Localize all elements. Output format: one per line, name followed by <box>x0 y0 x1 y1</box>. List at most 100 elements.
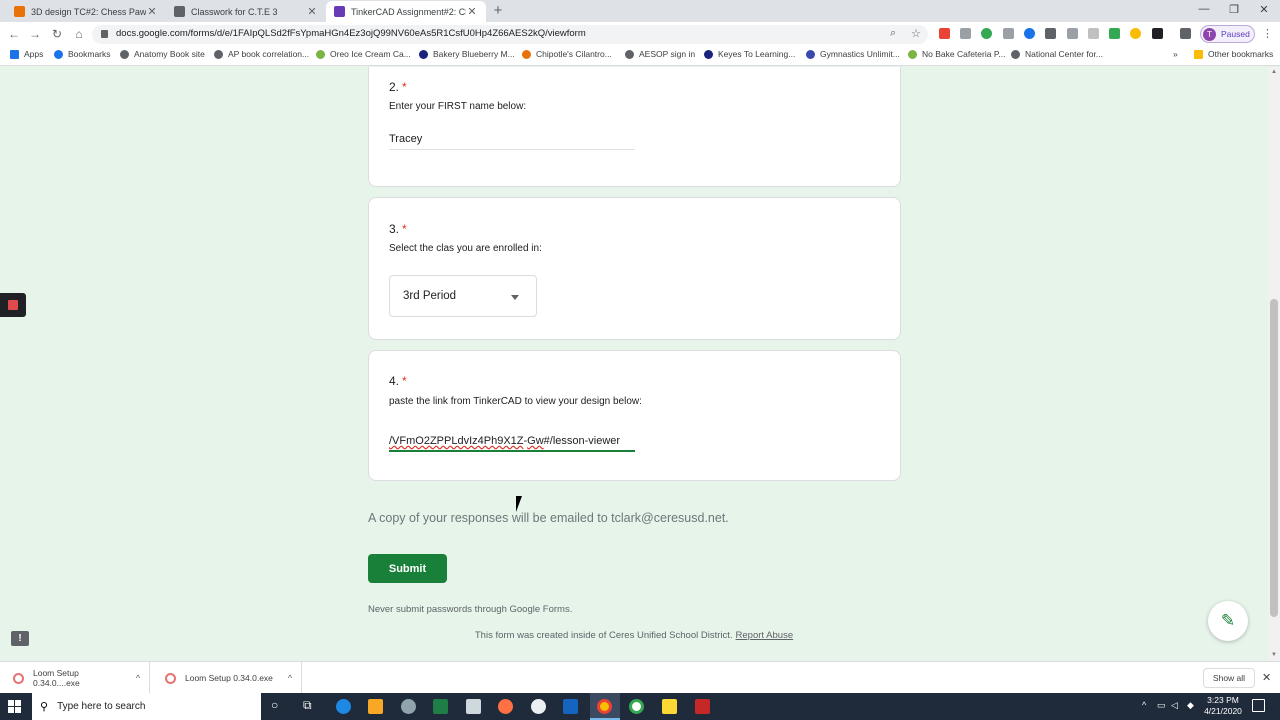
close-window-icon[interactable]: ✕ <box>1256 3 1272 16</box>
chevron-up-icon[interactable]: ^ <box>127 673 149 683</box>
task-view-icon[interactable]: ⧉ <box>303 698 312 713</box>
back-icon[interactable]: ← <box>6 26 22 42</box>
windows-start-icon[interactable] <box>8 700 21 713</box>
tinkercad-link-input[interactable]: /VFmO2ZPPLdvIz4Ph9X1Z-Gw#/lesson-viewer <box>389 432 635 452</box>
extension-icon[interactable] <box>1088 28 1099 39</box>
word-icon[interactable] <box>563 699 578 714</box>
download-item[interactable]: Loom Setup 0.34.0.exe ^ <box>152 662 302 694</box>
site-icon <box>316 49 325 59</box>
bookmark-star-icon[interactable]: ☆ <box>911 27 921 40</box>
profile-button[interactable]: T Paused <box>1200 25 1255 43</box>
volume-icon[interactable]: ◁ <box>1171 700 1178 711</box>
restore-icon[interactable]: ❐ <box>1226 3 1242 16</box>
edit-pencil-icon[interactable]: ✎ <box>1208 601 1248 641</box>
app-icon[interactable] <box>531 699 546 714</box>
report-abuse-link[interactable]: Report Abuse <box>736 630 794 641</box>
bookmark-other[interactable]: Other bookmarks <box>1194 49 1273 59</box>
bookmark-item[interactable]: National Center for... <box>1011 49 1103 59</box>
extension-icon[interactable] <box>1109 28 1120 39</box>
google-slides-icon <box>14 6 25 17</box>
apps-grid-icon <box>10 49 19 59</box>
mcafee-icon[interactable] <box>695 699 710 714</box>
close-icon[interactable]: ✕ <box>466 5 478 18</box>
required-marker: * <box>402 80 407 94</box>
excel-icon[interactable] <box>433 699 448 714</box>
extension-icon[interactable] <box>1067 28 1078 39</box>
chrome-icon[interactable] <box>597 699 612 714</box>
taskbar-clock[interactable]: 3:23 PM 4/21/2020 <box>1200 695 1246 717</box>
password-warning: Never submit passwords through Google Fo… <box>368 604 573 615</box>
firefox-icon[interactable] <box>498 699 513 714</box>
new-tab-button[interactable]: + <box>490 3 506 19</box>
extension-icon[interactable] <box>1045 28 1056 39</box>
bookmark-item[interactable]: AESOP sign in <box>625 49 695 59</box>
bookmark-apps[interactable]: Apps <box>10 49 43 59</box>
tab-classwork[interactable]: Classwork for C.T.E 3 ✕ <box>166 1 326 22</box>
bookmark-item[interactable]: Keyes To Learning... <box>704 49 795 59</box>
bookmark-item[interactable]: No Bake Cafeteria P... <box>908 49 1005 59</box>
forward-icon[interactable]: → <box>27 26 43 42</box>
submit-button[interactable]: Submit <box>368 554 447 583</box>
bookmark-item[interactable]: Anatomy Book site <box>120 49 205 59</box>
home-icon[interactable]: ⌂ <box>71 26 87 42</box>
feedback-icon[interactable]: ! <box>11 631 29 646</box>
extension-icon[interactable] <box>1024 28 1035 39</box>
scroll-down-icon[interactable]: ▼ <box>1271 652 1277 658</box>
tab-tinkercad-assignment[interactable]: TinkerCAD Assignment#2: Chess... ✕ <box>326 1 486 22</box>
search-placeholder: Type here to search <box>57 701 146 712</box>
bookmark-item[interactable]: Bakery Blueberry M... <box>419 49 515 59</box>
file-explorer-icon[interactable] <box>368 699 383 714</box>
taskbar-search[interactable]: ⚲ Type here to search <box>32 693 261 720</box>
extension-icon[interactable] <box>1130 28 1141 39</box>
globe-icon <box>120 49 129 59</box>
dropbox-icon[interactable]: ◆ <box>1187 700 1194 711</box>
search-icon: ⚲ <box>40 701 49 713</box>
bookmark-item[interactable]: AP book correlation... <box>214 49 309 59</box>
folder-icon <box>1194 49 1203 59</box>
bookmark-item[interactable]: Chipotle's Cilantro... <box>522 49 612 59</box>
scroll-up-icon[interactable]: ▲ <box>1271 69 1277 75</box>
tray-chevron-icon[interactable]: ^ <box>1142 700 1146 710</box>
form-page: 2. * Enter your FIRST name below: Tracey … <box>0 67 1268 661</box>
notifications-icon[interactable] <box>1252 699 1265 712</box>
address-bar[interactable]: docs.google.com/forms/d/e/1FAIpQLSd2fFsY… <box>92 25 928 44</box>
chrome-icon[interactable] <box>629 699 644 714</box>
close-icon[interactable]: ✕ <box>146 5 158 18</box>
first-name-input[interactable]: Tracey <box>389 130 635 150</box>
network-icon[interactable]: ▭ <box>1157 700 1166 711</box>
extension-icon[interactable] <box>1152 28 1163 39</box>
menu-dots-icon[interactable]: ⋮ <box>1262 27 1273 40</box>
record-stop-icon[interactable] <box>0 293 26 317</box>
extension-icon[interactable] <box>1003 28 1014 39</box>
scrollbar-thumb[interactable] <box>1270 299 1278 617</box>
close-icon[interactable]: ✕ <box>306 5 318 18</box>
show-all-downloads-button[interactable]: Show all <box>1203 668 1255 688</box>
site-icon <box>522 49 531 59</box>
calculator-icon[interactable] <box>466 699 481 714</box>
extension-icon[interactable] <box>960 28 971 39</box>
bookmark-item[interactable]: Oreo Ice Cream Ca... <box>316 49 411 59</box>
url-text[interactable]: docs.google.com/forms/d/e/1FAIpQLSd2fFsY… <box>116 28 586 39</box>
extension-icon[interactable] <box>939 28 950 39</box>
close-downloads-icon[interactable]: ✕ <box>1262 671 1271 684</box>
extension-icon[interactable] <box>981 28 992 39</box>
sticky-notes-icon[interactable] <box>662 699 677 714</box>
page-scrollbar[interactable]: ▲ ▼ <box>1268 67 1280 661</box>
tab-chess-pawn[interactable]: 3D design TC#2: Chess Pawn Co... ✕ <box>6 1 166 22</box>
star-icon <box>54 49 63 59</box>
tab-title: 3D design TC#2: Chess Pawn Co... <box>31 6 146 17</box>
cortana-icon[interactable]: ○ <box>271 698 278 712</box>
app-icon[interactable] <box>401 699 416 714</box>
chevron-up-icon[interactable]: ^ <box>279 673 301 683</box>
edge-icon[interactable] <box>336 699 351 714</box>
bookmark-item[interactable]: Gymnastics Unlimit... <box>806 49 900 59</box>
caret-down-icon <box>511 295 519 300</box>
download-item[interactable]: Loom Setup 0.34.0....exe ^ <box>0 662 150 694</box>
zoom-icon[interactable]: ⌕ <box>890 27 896 40</box>
bookmarks-overflow-icon[interactable]: » <box>1173 49 1178 59</box>
reload-icon[interactable]: ↻ <box>49 26 65 42</box>
bookmark-folder[interactable]: Bookmarks <box>54 49 111 59</box>
class-period-dropdown[interactable]: 3rd Period <box>389 275 537 317</box>
minimize-icon[interactable]: — <box>1196 3 1212 15</box>
extension-icon[interactable] <box>1180 28 1191 39</box>
